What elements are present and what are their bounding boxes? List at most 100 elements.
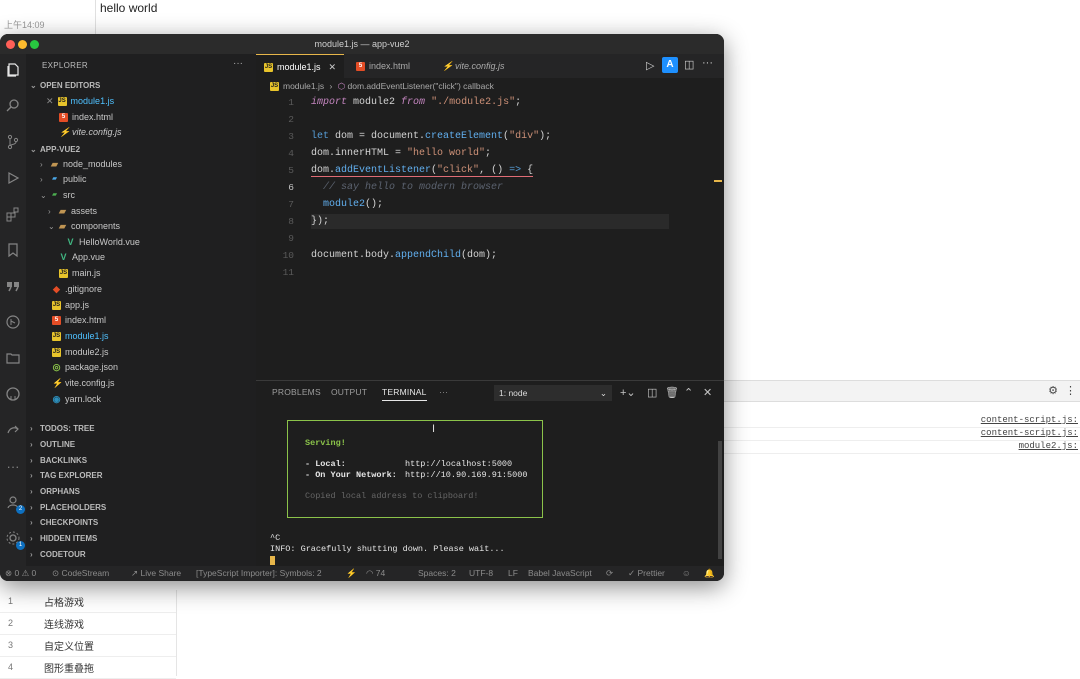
- gear-icon[interactable]: ⚙: [1048, 384, 1058, 397]
- live-share-icon[interactable]: [4, 422, 22, 440]
- tree-item[interactable]: 5 index.html: [26, 313, 282, 328]
- tab-vite-config[interactable]: ⚡ vite.config.js: [434, 54, 513, 78]
- code-editor[interactable]: 1 2 3 4 5 6 7 8 9 10 11 import module2 f…: [256, 94, 724, 416]
- close-icon[interactable]: ✕: [46, 96, 54, 106]
- console-source-link[interactable]: content-script.js:: [981, 415, 1078, 425]
- close-window-button[interactable]: [6, 40, 15, 49]
- hidden-items-section[interactable]: › HIDDEN ITEMS: [30, 534, 97, 543]
- more-actions-icon[interactable]: ···: [702, 57, 713, 69]
- maximize-panel-icon[interactable]: ⌃: [684, 386, 693, 399]
- encoding-status[interactable]: UTF-8: [469, 566, 493, 581]
- bell-icon[interactable]: 🔔: [704, 566, 715, 581]
- problems-status[interactable]: ⊗ 0 ⚠ 0: [5, 566, 36, 581]
- tree-item[interactable]: V App.vue: [26, 250, 289, 265]
- codestream-status[interactable]: ⊙ CodeStream: [52, 566, 109, 581]
- list-item[interactable]: 2 连线游戏: [0, 612, 176, 635]
- indentation-status[interactable]: Spaces: 2: [418, 566, 456, 581]
- explorer-sidebar: EXPLORER ··· ⌄ OPEN EDITORS ✕ JS module1.js…: [26, 54, 256, 566]
- sync-icon[interactable]: ⟳: [606, 566, 613, 581]
- zoom-window-button[interactable]: [30, 40, 39, 49]
- quote-icon[interactable]: [4, 278, 22, 296]
- list-item[interactable]: 3 自定义位置: [0, 634, 176, 657]
- breadcrumb-symbol[interactable]: dom.addEventListener("click") callback: [348, 81, 494, 91]
- tree-item[interactable]: › ▰ public: [26, 172, 270, 187]
- tab-terminal[interactable]: TERMINAL: [382, 387, 427, 401]
- folder-icon[interactable]: [4, 350, 22, 368]
- search-icon[interactable]: [4, 98, 22, 116]
- git-file-icon: ◆: [53, 284, 60, 295]
- network-url[interactable]: http://10.90.169.91:5000: [405, 470, 527, 480]
- orphans-section[interactable]: › ORPHANS: [30, 487, 80, 496]
- run-debug-icon[interactable]: [4, 170, 22, 188]
- tree-item[interactable]: ⌄ ▰ components: [26, 219, 278, 234]
- run-icon[interactable]: ▷: [646, 59, 654, 72]
- tree-item[interactable]: ◉ yarn.lock: [26, 392, 282, 407]
- tab-output[interactable]: OUTPUT: [331, 387, 367, 397]
- close-icon[interactable]: ✕: [329, 62, 337, 72]
- split-terminal-icon[interactable]: ◫: [647, 386, 657, 399]
- tab-problems[interactable]: PROBLEMS: [272, 387, 321, 397]
- tree-item[interactable]: JS main.js: [26, 266, 289, 281]
- tree-item[interactable]: ◎ package.json: [26, 360, 282, 375]
- tree-item[interactable]: ⚡ vite.config.js: [26, 376, 282, 391]
- local-url[interactable]: http://localhost:5000: [405, 459, 512, 469]
- more-icon[interactable]: ⋮: [1065, 384, 1076, 397]
- extensions-icon[interactable]: [4, 206, 22, 224]
- list-item[interactable]: 1 占格游戏: [0, 590, 176, 613]
- checkpoints-section[interactable]: › CHECKPOINTS: [30, 518, 98, 527]
- serve-box: Serving! - Local: http://localhost:5000 …: [287, 420, 543, 518]
- more-actions-icon[interactable]: ···: [233, 58, 243, 69]
- tree-item[interactable]: JS module1.js: [26, 329, 282, 344]
- codetour-section[interactable]: › CODETOUR: [30, 550, 86, 559]
- open-editor-item[interactable]: 5 index.html: [26, 110, 289, 125]
- tab-index-html[interactable]: 5 index.html: [348, 54, 418, 78]
- extension-action-icon[interactable]: A: [662, 57, 678, 73]
- eol-status[interactable]: LF: [508, 566, 518, 581]
- panel-more-icon[interactable]: ···: [439, 387, 448, 397]
- bookmark-icon[interactable]: [4, 242, 22, 260]
- more-views-icon[interactable]: ···: [4, 458, 22, 476]
- git-graph-icon[interactable]: [4, 314, 22, 332]
- tree-item[interactable]: › ▰ assets: [26, 204, 278, 219]
- count-status[interactable]: ◠ 74: [366, 566, 385, 581]
- account-icon[interactable]: 2: [4, 494, 25, 514]
- tree-item[interactable]: JS app.js: [26, 298, 282, 313]
- breadcrumb-file[interactable]: module1.js: [283, 81, 324, 91]
- tree-item[interactable]: › ▰ node_modules: [26, 157, 270, 172]
- split-editor-icon[interactable]: ◫: [684, 58, 694, 71]
- tree-item[interactable]: ◆ .gitignore: [26, 282, 282, 297]
- console-source-link[interactable]: content-script.js:: [981, 428, 1078, 438]
- console-source-link[interactable]: module2.js:: [1019, 441, 1078, 451]
- terminal-select[interactable]: 1: node ⌄: [494, 385, 612, 401]
- terminal-scrollbar[interactable]: [718, 441, 722, 559]
- open-editors-section[interactable]: ⌄ OPEN EDITORS: [30, 81, 100, 90]
- code-line: let dom = document.createElement("div");: [311, 131, 552, 142]
- github-icon[interactable]: [4, 386, 22, 404]
- language-status[interactable]: Babel JavaScript: [528, 566, 592, 581]
- open-editor-item[interactable]: ✕ JS module1.js: [26, 94, 276, 109]
- placeholders-section[interactable]: › PLACEHOLDERS: [30, 503, 106, 512]
- project-section[interactable]: ⌄ APP-VUE2: [30, 145, 80, 154]
- status-bar: ⊗ 0 ⚠ 0 ⊙ CodeStream ↗ Live Share [TypeS…: [0, 566, 724, 581]
- open-editors-label: OPEN EDITORS: [40, 81, 101, 90]
- feedback-icon[interactable]: ☺: [682, 566, 691, 581]
- tab-module1[interactable]: JS module1.js ✕: [256, 54, 345, 79]
- open-editor-item[interactable]: ⚡ vite.config.js: [26, 125, 289, 140]
- close-panel-icon[interactable]: ✕: [703, 386, 712, 399]
- outline-section[interactable]: › OUTLINE: [30, 440, 75, 449]
- tag-explorer-section[interactable]: › TAG EXPLORER: [30, 471, 103, 480]
- live-share-status[interactable]: ↗ Live Share: [131, 566, 181, 581]
- prettier-status[interactable]: ✓ Prettier: [628, 566, 665, 581]
- minimize-window-button[interactable]: [18, 40, 27, 49]
- tree-item[interactable]: JS module2.js: [26, 345, 282, 360]
- source-control-icon[interactable]: [4, 134, 22, 152]
- trash-icon[interactable]: 🗑: [665, 386, 679, 399]
- backlinks-section[interactable]: › BACKLINKS: [30, 456, 87, 465]
- copied-text: Copied local address to clipboard!: [305, 491, 479, 501]
- settings-gear-icon[interactable]: 1: [4, 530, 25, 550]
- new-terminal-icon[interactable]: +⌄: [620, 386, 636, 399]
- ts-importer-status[interactable]: [TypeScript Importer]: Symbols: 2: [196, 566, 322, 581]
- tree-item[interactable]: ⌄ ▰ src: [26, 188, 270, 203]
- explorer-icon[interactable]: [4, 62, 22, 80]
- todos-tree-section[interactable]: › TODOS: TREE: [30, 424, 95, 433]
